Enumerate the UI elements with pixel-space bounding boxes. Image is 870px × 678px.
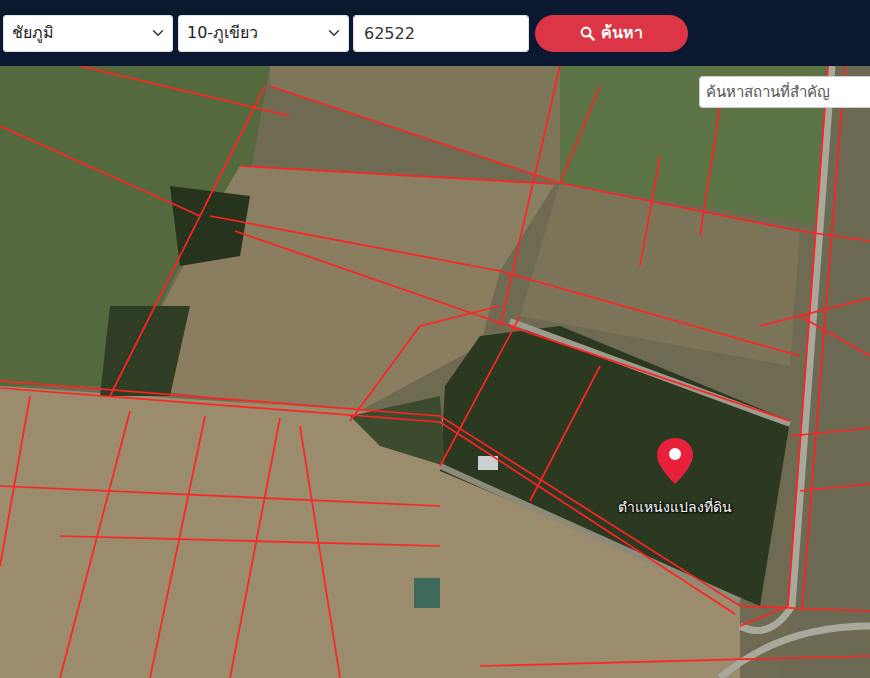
location-pin-icon[interactable] [655, 436, 695, 486]
landmark-search-input[interactable] [699, 76, 870, 108]
satellite-map [0, 66, 870, 678]
search-bar: ชัยภูมิ 10-ภูเขียว ค้นหา [0, 0, 870, 66]
map[interactable]: ตำแหน่งแปลงที่ดิน [0, 66, 870, 678]
parcel-number-input[interactable] [353, 15, 529, 52]
search-button[interactable]: ค้นหา [535, 15, 688, 52]
district-select[interactable]: 10-ภูเขียว [178, 15, 349, 52]
province-select[interactable]: ชัยภูมิ [3, 15, 173, 52]
search-button-label: ค้นหา [601, 21, 643, 45]
marker-label: ตำแหน่งแปลงที่ดิน [585, 497, 765, 518]
search-icon [580, 26, 595, 41]
